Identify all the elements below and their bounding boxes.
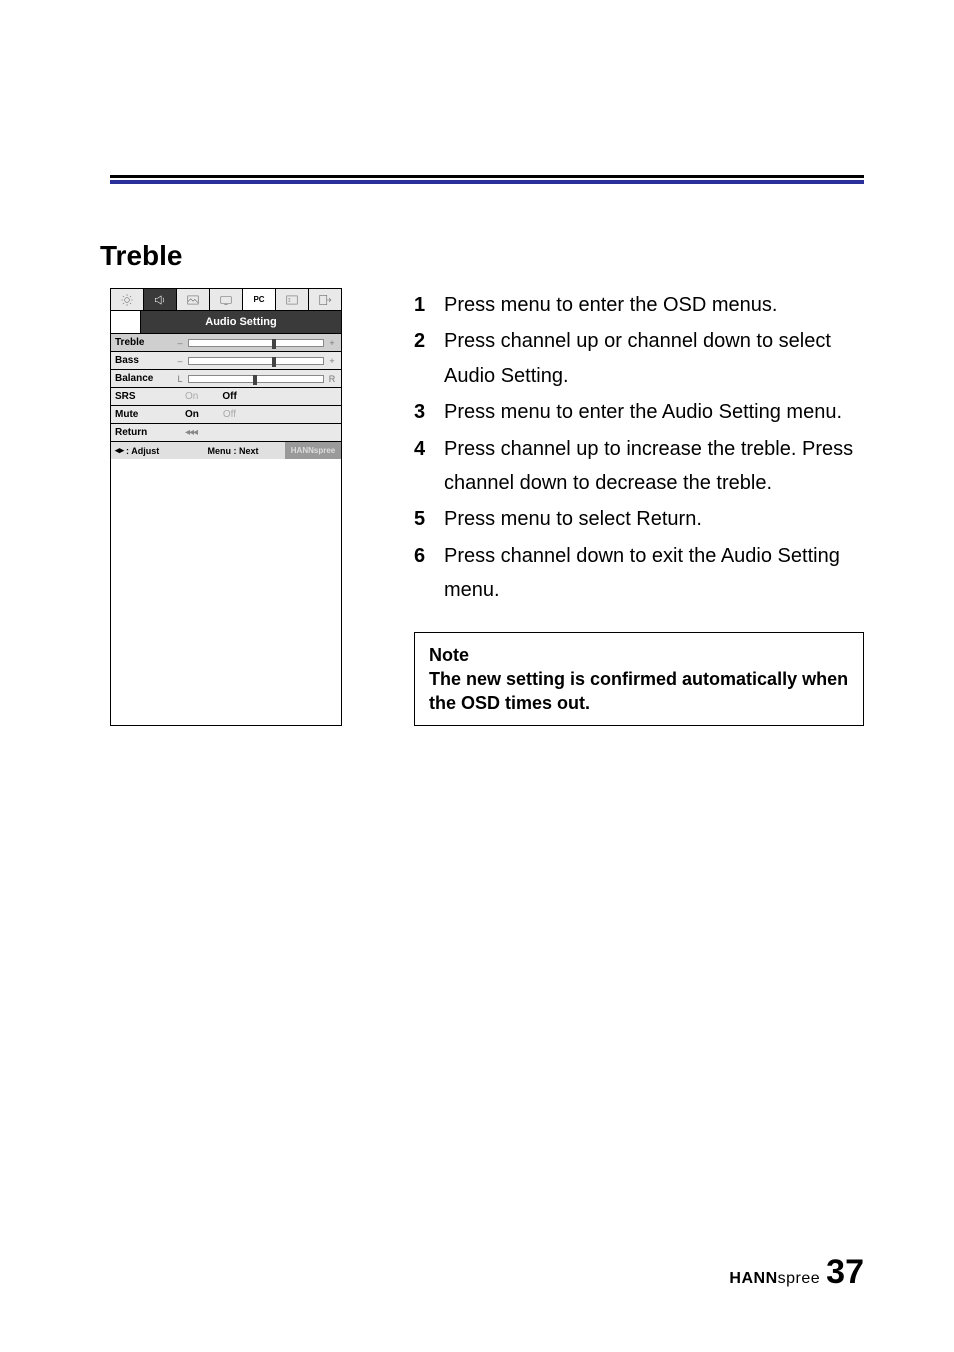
- return-label: Return: [115, 427, 175, 438]
- step-1: 1 Press menu to enter the OSD menus.: [414, 288, 864, 322]
- osd-tab-strip: PC: [111, 289, 341, 311]
- treble-thumb: [272, 339, 276, 349]
- osd-menu-illustration: PC Audio Setting Treble – + Bass –: [110, 288, 342, 726]
- osd-row-mute: Mute On Off: [111, 405, 341, 423]
- treble-label: Treble: [115, 337, 175, 348]
- note-label: Note: [429, 643, 849, 667]
- balance-l: L: [175, 374, 185, 384]
- bass-thumb: [272, 357, 276, 367]
- sun-icon: [120, 293, 134, 307]
- srs-label: SRS: [115, 391, 175, 402]
- step-num: 5: [414, 502, 430, 536]
- step-text: Press menu to enter the Audio Setting me…: [444, 395, 864, 429]
- bass-plus: +: [327, 356, 337, 366]
- srs-on: On: [185, 391, 198, 402]
- srs-options: On Off: [175, 391, 337, 402]
- treble-slider-wrap: – +: [175, 338, 337, 348]
- bass-minus: –: [175, 356, 185, 366]
- step-text: Press menu to enter the OSD menus.: [444, 288, 864, 322]
- exit-icon: [318, 293, 332, 307]
- footer-brand-bold: HANN: [729, 1270, 777, 1287]
- note-box: Note The new setting is confirmed automa…: [414, 632, 864, 727]
- content-columns: PC Audio Setting Treble – + Bass –: [110, 288, 864, 726]
- bass-slider: [188, 357, 324, 365]
- rule-accent: [110, 180, 864, 184]
- tab-audio: [144, 289, 177, 310]
- step-4: 4Press channel up to increase the treble…: [414, 432, 864, 501]
- tab-pc: PC: [243, 289, 276, 310]
- tab-tv: [210, 289, 243, 310]
- balance-thumb: [253, 375, 257, 385]
- step-num: 4: [414, 432, 430, 501]
- step-5: 5 Press menu to select Return.: [414, 502, 864, 536]
- footer-brand: HANNspree: [729, 1270, 820, 1288]
- tab-picture: [177, 289, 210, 310]
- speaker-icon: [153, 293, 167, 307]
- tab-exit: [309, 289, 341, 310]
- pc-tab-label: PC: [253, 295, 264, 304]
- treble-plus: +: [327, 338, 337, 348]
- adjust-label: : Adjust: [126, 446, 159, 456]
- step-3: 3 Press menu to enter the Audio Setting m…: [414, 395, 864, 429]
- steps-list: 1Press menu to enter the OSD menus. 2Pre…: [414, 288, 864, 608]
- picture-icon: [186, 293, 200, 307]
- osd-row-srs: SRS On Off: [111, 387, 341, 405]
- osd-row-balance: Balance L R: [111, 369, 341, 387]
- note-text: The new setting is confirmed automatical…: [429, 669, 848, 713]
- osd-title-row: Audio Setting: [111, 311, 341, 333]
- footer-brand-light: spree: [778, 1270, 821, 1287]
- balance-slider-wrap: L R: [175, 374, 337, 384]
- page-number: 37: [826, 1253, 864, 1292]
- step-6: 6Press channel down to exit the Audio Se…: [414, 539, 864, 608]
- osd-row-treble: Treble – +: [111, 333, 341, 351]
- osd-row-bass: Bass – +: [111, 351, 341, 369]
- step-num: 1: [414, 288, 430, 322]
- section-heading: Treble: [100, 240, 182, 272]
- step-2: 2Press channel up or channel down to sel…: [414, 324, 864, 393]
- instructions-column: 1Press menu to enter the OSD menus. 2Pre…: [414, 288, 864, 726]
- osd-row-return: Return ◂◂◂: [111, 423, 341, 441]
- return-arrows: ◂◂◂: [175, 427, 337, 438]
- tv-icon: [219, 293, 233, 307]
- osd-footer-adjust: ◂▸ : Adjust: [111, 445, 181, 456]
- bass-label: Bass: [115, 355, 175, 366]
- step-num: 3: [414, 395, 430, 429]
- srs-off: Off: [222, 391, 236, 402]
- treble-slider: [188, 339, 324, 347]
- mute-off: Off: [223, 409, 236, 420]
- osd-footer-menu-next: Menu : Next: [181, 446, 285, 456]
- step-num: 2: [414, 324, 430, 393]
- osd-title: Audio Setting: [141, 311, 341, 333]
- treble-minus: –: [175, 338, 185, 348]
- tab-etc: [276, 289, 309, 310]
- etc-icon: [285, 293, 299, 307]
- tab-brightness: [111, 289, 144, 310]
- rule-top: [110, 175, 864, 178]
- step-text: Press channel up or channel down to sele…: [444, 324, 864, 393]
- osd-footer-brand: HANNspree: [285, 442, 341, 459]
- osd-title-blank: [111, 311, 141, 333]
- page-footer: HANNspree 37: [729, 1253, 864, 1292]
- mute-label: Mute: [115, 409, 175, 420]
- step-num: 6: [414, 539, 430, 608]
- bass-slider-wrap: – +: [175, 356, 337, 366]
- balance-r: R: [327, 374, 337, 384]
- step-text: Press channel down to exit the Audio Set…: [444, 539, 864, 608]
- osd-footer: ◂▸ : Adjust Menu : Next HANNspree: [111, 441, 341, 459]
- page: Treble PC Audio Setting Treble –: [0, 0, 954, 1352]
- step-text: Press menu to select Return.: [444, 502, 864, 536]
- adjust-arrows-icon: ◂▸: [115, 445, 124, 456]
- mute-on: On: [185, 409, 199, 420]
- balance-label: Balance: [115, 373, 175, 384]
- step-text: Press channel up to increase the treble.…: [444, 432, 864, 501]
- balance-slider: [188, 375, 324, 383]
- mute-options: On Off: [175, 409, 337, 420]
